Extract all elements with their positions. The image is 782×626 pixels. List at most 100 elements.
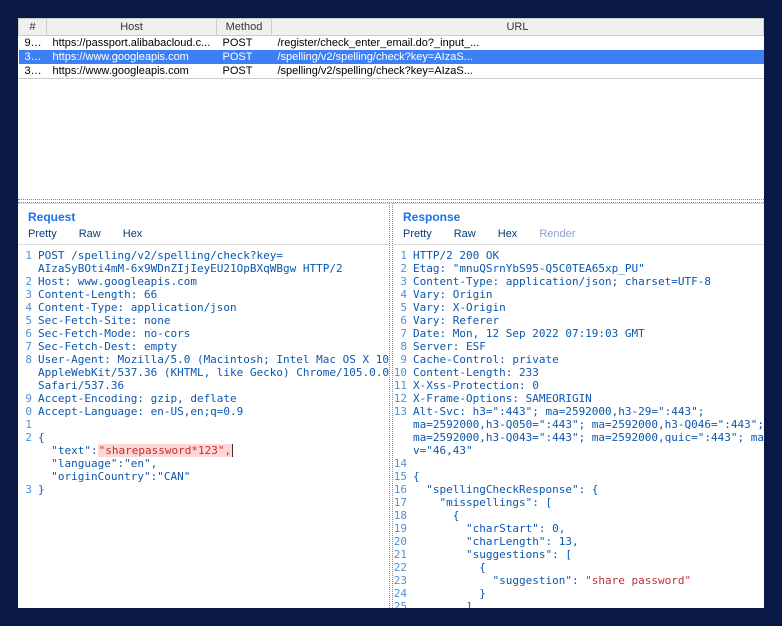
line-content: ma=2592000,h3-Q043=":443"; ma=2592000,qu… — [413, 431, 764, 444]
col-header-method[interactable]: Method — [217, 19, 272, 36]
col-header-num[interactable]: # — [19, 19, 47, 36]
line-content: Sec-Fetch-Mode: no-cors — [38, 327, 389, 340]
code-line: 13Alt-Svc: h3=":443"; ma=2592000,h3-29="… — [393, 405, 764, 418]
tab-raw[interactable]: Raw — [454, 228, 476, 240]
cell-host: https://www.googleapis.com — [47, 64, 217, 78]
line-number: 16 — [393, 483, 413, 496]
text-cursor — [232, 444, 233, 457]
line-number: 18 — [393, 509, 413, 522]
code-line: 24 } — [393, 587, 764, 600]
table-row[interactable]: 957https://passport.alibabacloud.c...POS… — [19, 36, 764, 51]
line-content: X-Xss-Protection: 0 — [413, 379, 764, 392]
cell-num: 957 — [19, 36, 47, 51]
col-header-url[interactable]: URL — [272, 19, 764, 36]
line-number — [18, 366, 38, 379]
code-line: 6Vary: Referer — [393, 314, 764, 327]
line-number — [393, 444, 413, 457]
code-line: AIzaSyBOti4mM-6x9WDnZIjIeyEU21OpBXqWBgw … — [18, 262, 389, 275]
line-number: 9 — [18, 392, 38, 405]
line-content: Server: ESF — [413, 340, 764, 353]
line-content: AppleWebKit/537.36 (KHTML, like Gecko) C… — [38, 366, 389, 379]
cell-method: POST — [217, 36, 272, 51]
tab-pretty[interactable]: Pretty — [403, 228, 432, 240]
code-line: 11X-Xss-Protection: 0 — [393, 379, 764, 392]
line-number: 21 — [393, 548, 413, 561]
code-line: 6Sec-Fetch-Mode: no-cors — [18, 327, 389, 340]
line-content: Content-Length: 233 — [413, 366, 764, 379]
highlighted-password: "sharepassword*123", — [98, 444, 232, 457]
code-line: AppleWebKit/537.36 (KHTML, like Gecko) C… — [18, 366, 389, 379]
table-row[interactable]: 332https://www.googleapis.comPOST/spelli… — [19, 50, 764, 64]
line-number: 19 — [393, 522, 413, 535]
line-number: 1 — [18, 249, 38, 262]
request-body[interactable]: 1POST /spelling/v2/spelling/check?key=AI… — [18, 245, 389, 608]
line-number: 6 — [393, 314, 413, 327]
table-empty-area — [18, 79, 764, 199]
line-number — [18, 379, 38, 392]
line-content: AIzaSyBOti4mM-6x9WDnZIjIeyEU21OpBXqWBgw … — [38, 262, 389, 275]
code-line: 22 { — [393, 561, 764, 574]
line-number: 17 — [393, 496, 413, 509]
line-number: 4 — [18, 301, 38, 314]
line-content: Content-Type: application/json — [38, 301, 389, 314]
line-number: 15 — [393, 470, 413, 483]
line-content: v="46,43" — [413, 444, 764, 457]
code-line: 2{ — [18, 431, 389, 444]
table-row[interactable]: 312https://www.googleapis.comPOST/spelli… — [19, 64, 764, 78]
line-number: 4 — [393, 288, 413, 301]
line-number: 8 — [393, 340, 413, 353]
response-panel: Response Pretty Raw Hex Render 1HTTP/2 200 … — [393, 203, 764, 608]
line-content: "charLength": 13, — [413, 535, 764, 548]
line-number: 13 — [393, 405, 413, 418]
line-number: 24 — [393, 587, 413, 600]
line-number — [18, 444, 38, 457]
code-line: 4Vary: Origin — [393, 288, 764, 301]
line-number — [18, 457, 38, 470]
cell-url: /spelling/v2/spelling/check?key=AIzaS... — [272, 64, 764, 78]
code-line: 7Sec-Fetch-Dest: empty — [18, 340, 389, 353]
code-line: 10Content-Length: 233 — [393, 366, 764, 379]
code-line: 3Content-Length: 66 — [18, 288, 389, 301]
line-number: 14 — [393, 457, 413, 470]
line-number: 3 — [18, 483, 38, 496]
code-line: 5Sec-Fetch-Site: none — [18, 314, 389, 327]
code-line: ma=2592000,h3-Q043=":443"; ma=2592000,qu… — [393, 431, 764, 444]
tab-render[interactable]: Render — [539, 228, 575, 240]
line-content: { — [38, 431, 389, 444]
line-content: } — [38, 483, 389, 496]
code-line: 17 "misspellings": [ — [393, 496, 764, 509]
code-line: 3} — [18, 483, 389, 496]
col-header-host[interactable]: Host — [47, 19, 217, 36]
request-panel: Request Pretty Raw Hex 1POST /spelling/v2/… — [18, 203, 389, 608]
tab-raw[interactable]: Raw — [79, 228, 101, 240]
code-line: 9Accept-Encoding: gzip, deflate — [18, 392, 389, 405]
line-content: Content-Type: application/json; charset=… — [413, 275, 764, 288]
code-line: ma=2592000,h3-Q050=":443"; ma=2592000,h3… — [393, 418, 764, 431]
request-title: Request — [18, 204, 389, 228]
cell-host: https://www.googleapis.com — [47, 50, 217, 64]
line-number: 3 — [18, 288, 38, 301]
code-line: 1POST /spelling/v2/spelling/check?key= — [18, 249, 389, 262]
response-body[interactable]: 1HTTP/2 200 OK2Etag: "mnuQSrnYbS95-Q5C0T… — [393, 245, 764, 608]
code-line: 23 "suggestion": "share password" — [393, 574, 764, 587]
line-content: "suggestion": "share password" — [413, 574, 764, 587]
tab-hex[interactable]: Hex — [498, 228, 518, 240]
code-line: 15{ — [393, 470, 764, 483]
line-number: 11 — [393, 379, 413, 392]
tab-hex[interactable]: Hex — [123, 228, 143, 240]
line-content: ma=2592000,h3-Q050=":443"; ma=2592000,h3… — [413, 418, 764, 431]
line-number: 0 — [18, 405, 38, 418]
line-content: { — [413, 470, 764, 483]
tab-pretty[interactable]: Pretty — [28, 228, 57, 240]
code-line: Safari/537.36 — [18, 379, 389, 392]
cell-url: /register/check_enter_email.do?_input_..… — [272, 36, 764, 51]
line-content: "suggestions": [ — [413, 548, 764, 561]
response-title: Response — [393, 204, 764, 228]
line-number: 3 — [393, 275, 413, 288]
line-content: Vary: Referer — [413, 314, 764, 327]
code-line: 25 ] — [393, 600, 764, 608]
code-line: 8Server: ESF — [393, 340, 764, 353]
code-line: v="46,43" — [393, 444, 764, 457]
line-number: 20 — [393, 535, 413, 548]
line-content: "spellingCheckResponse": { — [413, 483, 764, 496]
